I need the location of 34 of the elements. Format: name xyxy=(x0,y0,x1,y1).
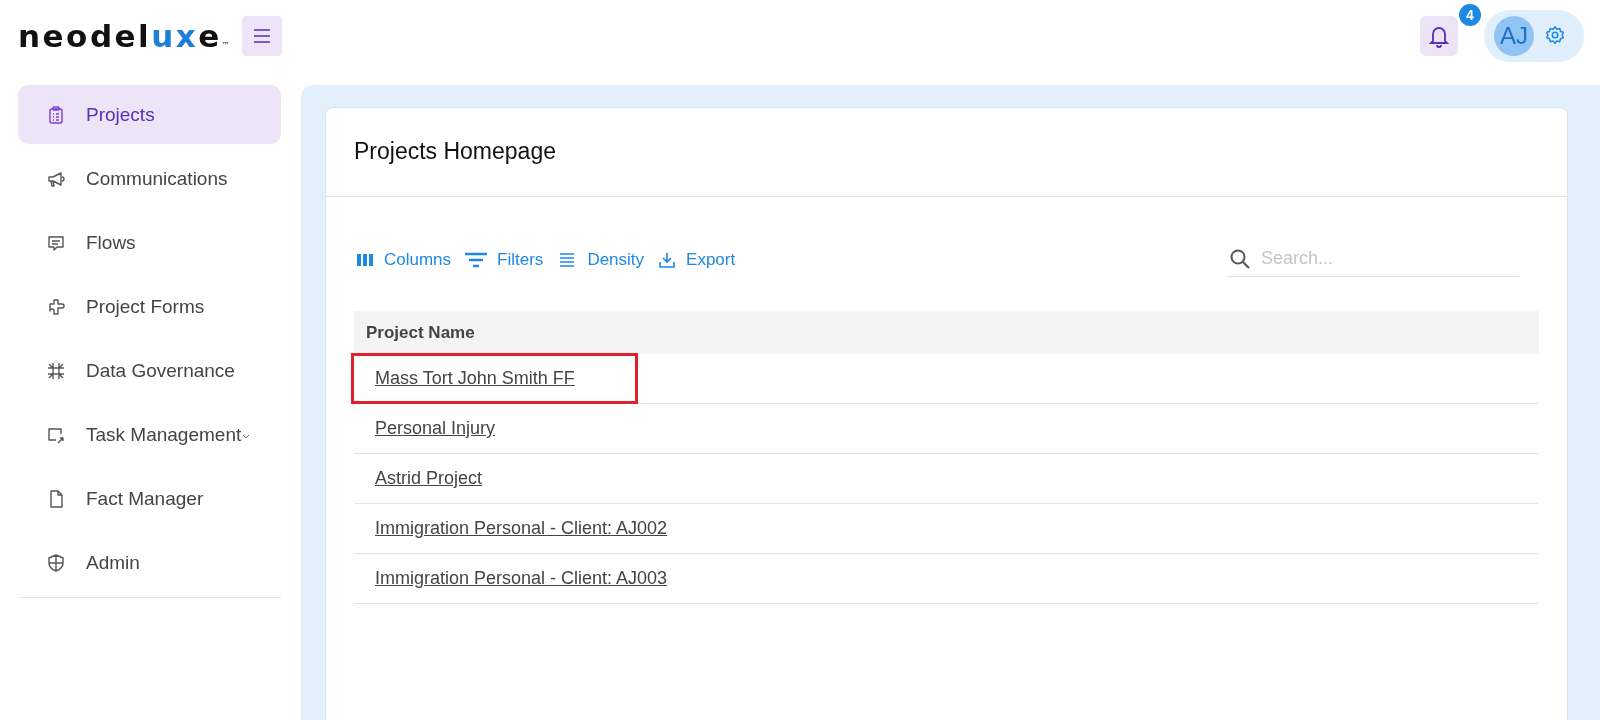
logo: neodel uxe™ xyxy=(18,18,230,54)
sidebar-item[interactable]: Flows xyxy=(18,213,281,272)
notifications-button[interactable] xyxy=(1420,16,1458,56)
card-title: Projects Homepage xyxy=(326,108,1567,197)
export-button[interactable]: Export xyxy=(656,248,738,272)
project-link[interactable]: Immigration Personal - Client: AJ002 xyxy=(375,518,668,539)
columns-button[interactable]: Columns xyxy=(354,248,454,272)
puzzle-icon xyxy=(46,296,66,317)
export-icon xyxy=(658,251,677,269)
project-link[interactable]: Personal Injury xyxy=(375,418,496,439)
filter-icon xyxy=(465,251,488,269)
sidebar-item[interactable]: Task Management xyxy=(18,405,281,464)
project-link[interactable]: Astrid Project xyxy=(375,468,483,489)
shield-icon xyxy=(46,552,66,573)
project-link[interactable]: Immigration Personal - Client: AJ003 xyxy=(375,568,668,589)
density-button[interactable]: Density xyxy=(555,248,647,272)
bell-icon xyxy=(1428,24,1450,48)
project-link[interactable]: Mass Tort John Smith FF xyxy=(354,356,635,401)
sidebar-item[interactable]: Project Forms xyxy=(18,277,281,336)
filter-button[interactable]: Filters xyxy=(463,248,546,272)
settings-icon[interactable] xyxy=(1544,25,1566,47)
columns-icon xyxy=(356,251,374,269)
notification-count-badge: 4 xyxy=(1459,4,1481,26)
search-icon xyxy=(1229,247,1251,270)
sidebar-item[interactable]: Admin xyxy=(18,533,281,592)
clipboard-icon xyxy=(46,104,66,125)
sidebar-item[interactable]: Communications xyxy=(18,149,281,208)
sidebar-item[interactable]: Data Governance xyxy=(18,341,281,400)
grid-icon xyxy=(46,360,66,381)
column-header: Project Name xyxy=(366,322,475,343)
sidebar-item[interactable]: Fact Manager xyxy=(18,469,281,528)
menu-icon xyxy=(252,29,271,43)
menu-button[interactable] xyxy=(241,16,282,56)
sidebar-item[interactable]: Projects xyxy=(18,85,281,144)
